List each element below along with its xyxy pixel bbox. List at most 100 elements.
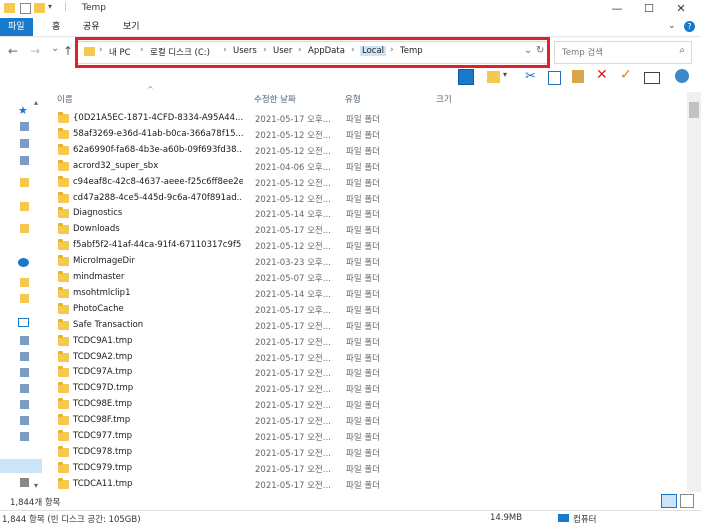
list-item[interactable]: TCDC9A1.tmp 2021-05-17 오전... 파일 폴더 bbox=[42, 334, 687, 350]
list-item[interactable]: 62a6990f-fa68-4b3e-a60b-09f693fd38... 202… bbox=[42, 143, 687, 159]
list-item[interactable]: TCDC97D.tmp 2021-05-17 오전... 파일 폴더 bbox=[42, 381, 687, 397]
videos-icon[interactable] bbox=[20, 368, 29, 377]
properties-icon[interactable] bbox=[20, 3, 31, 14]
expand-ribbon-icon[interactable]: ⌄ bbox=[668, 21, 676, 31]
tab-home[interactable]: 홈 bbox=[44, 18, 68, 36]
minimize-button[interactable]: — bbox=[602, 0, 632, 18]
paste-icon[interactable] bbox=[572, 70, 584, 83]
column-headers: 이름 ^ 수정한 날짜 유형 크기 bbox=[42, 85, 687, 106]
forward-button[interactable]: → bbox=[30, 44, 40, 58]
new-folder-icon[interactable] bbox=[487, 71, 500, 83]
documents-icon[interactable] bbox=[20, 156, 29, 165]
list-item[interactable]: TCDC98F.tmp 2021-05-17 오전... 파일 폴더 bbox=[42, 413, 687, 429]
file-type: 파일 폴더 bbox=[346, 337, 380, 348]
new-folder-icon[interactable] bbox=[34, 3, 45, 13]
scrollbar-thumb[interactable] bbox=[689, 102, 699, 118]
file-date: 2021-05-17 오전... bbox=[255, 226, 331, 237]
file-date: 2021-04-06 오후... bbox=[255, 162, 331, 173]
list-item[interactable]: Diagnostics 2021-05-14 오후... 파일 폴더 bbox=[42, 206, 687, 222]
file-name: TCDC97D.tmp bbox=[73, 383, 134, 394]
list-item[interactable]: {0D21A5EC-1871-4CFD-8334-A95A44... 2021-0… bbox=[42, 111, 687, 127]
list-item[interactable]: TCDC977.tmp 2021-05-17 오전... 파일 폴더 bbox=[42, 429, 687, 445]
file-type: 파일 폴더 bbox=[346, 210, 380, 221]
3d-objects-icon[interactable] bbox=[20, 336, 29, 345]
list-item[interactable]: TCDC979.tmp 2021-05-17 오전... 파일 폴더 bbox=[42, 461, 687, 477]
list-item[interactable]: TCDC978.tmp 2021-05-17 오전... 파일 폴더 bbox=[42, 445, 687, 461]
recent-locations-button[interactable]: ⌄ bbox=[51, 42, 59, 56]
column-type[interactable]: 유형 bbox=[345, 93, 361, 105]
preview-pane-icon[interactable] bbox=[458, 69, 474, 85]
help-icon[interactable]: ? bbox=[684, 21, 695, 32]
search-box[interactable]: Temp 검색 ⌕ bbox=[554, 41, 692, 64]
list-item[interactable]: TCDC9A2.tmp 2021-05-17 오전... 파일 폴더 bbox=[42, 350, 687, 366]
computer-icon bbox=[558, 514, 569, 522]
list-item[interactable]: TCDC97A.tmp 2021-05-17 오전... 파일 폴더 bbox=[42, 365, 687, 381]
folder-icon[interactable] bbox=[20, 202, 29, 211]
list-item[interactable]: cd47a288-4ce5-445d-9c6a-470f891ad... 2021… bbox=[42, 191, 687, 207]
properties-icon[interactable] bbox=[644, 72, 660, 84]
customize-quick-access-icon[interactable]: ▾ bbox=[48, 2, 59, 12]
folder-icon bbox=[58, 350, 69, 362]
location-label: 컴퓨터 bbox=[573, 515, 597, 525]
globe-icon[interactable] bbox=[675, 69, 689, 83]
desktop-icon[interactable] bbox=[20, 122, 29, 131]
back-button[interactable]: ← bbox=[8, 44, 18, 58]
tab-view[interactable]: 보기 bbox=[115, 18, 148, 36]
search-input[interactable]: Temp 검색 bbox=[562, 46, 603, 58]
list-item[interactable]: c94eaf8c-42c8-4637-aeee-f25c6ff8ee2e 2021… bbox=[42, 175, 687, 191]
maximize-button[interactable]: ☐ bbox=[634, 0, 664, 18]
list-item[interactable]: PhotoCache 2021-05-17 오후... 파일 폴더 bbox=[42, 302, 687, 318]
list-item[interactable]: Downloads 2021-05-17 오전... 파일 폴더 bbox=[42, 222, 687, 238]
list-item[interactable]: mindmaster 2021-05-07 오후... 파일 폴더 bbox=[42, 270, 687, 286]
column-name[interactable]: 이름 bbox=[57, 93, 73, 105]
file-type: 파일 폴더 bbox=[346, 321, 380, 332]
close-button[interactable]: ✕ bbox=[666, 0, 696, 18]
music-icon[interactable] bbox=[20, 432, 29, 441]
cut-icon[interactable]: ✂ bbox=[525, 69, 541, 85]
list-item[interactable]: Safe Transaction 2021-05-17 오전... 파일 폴더 bbox=[42, 318, 687, 334]
up-button[interactable]: ↑ bbox=[63, 44, 73, 58]
list-item[interactable]: TCDCA11.tmp 2021-05-17 오전... 파일 폴더 bbox=[42, 477, 687, 493]
file-date: 2021-05-12 오전... bbox=[255, 130, 331, 141]
scroll-up-arrow-icon[interactable]: ▴ bbox=[34, 98, 38, 107]
this-pc-icon[interactable] bbox=[18, 318, 29, 327]
selected-drive-item[interactable] bbox=[0, 459, 42, 473]
vertical-scrollbar[interactable] bbox=[687, 92, 701, 492]
folder-icon[interactable] bbox=[20, 278, 29, 287]
drive-icon[interactable] bbox=[20, 478, 29, 487]
list-item[interactable]: MicroImageDir 2021-03-23 오후... 파일 폴더 bbox=[42, 254, 687, 270]
tab-file[interactable]: 파일 bbox=[0, 18, 33, 36]
file-type: 파일 폴더 bbox=[346, 178, 380, 189]
details-view-icon[interactable] bbox=[661, 494, 677, 508]
copy-icon[interactable] bbox=[548, 71, 561, 85]
folder-icon[interactable] bbox=[20, 224, 29, 233]
pictures-icon[interactable] bbox=[20, 416, 29, 425]
list-item[interactable]: TCDC98E.tmp 2021-05-17 오전... 파일 폴더 bbox=[42, 397, 687, 413]
list-item[interactable]: acrord32_super_sbx 2021-04-06 오후... 파일 폴더 bbox=[42, 159, 687, 175]
rename-icon[interactable]: ✓ bbox=[620, 67, 636, 83]
folder-icon[interactable] bbox=[20, 294, 29, 303]
folder-icon bbox=[58, 302, 69, 314]
downloads-icon[interactable] bbox=[20, 139, 29, 148]
chevron-down-icon[interactable]: ▾ bbox=[503, 70, 519, 86]
folder-icon bbox=[58, 286, 69, 298]
scroll-down-arrow-icon[interactable]: ▾ bbox=[34, 481, 38, 490]
desktop-icon[interactable] bbox=[20, 400, 29, 409]
delete-icon[interactable]: ✕ bbox=[596, 67, 612, 83]
list-item[interactable]: f5abf5f2-41af-44ca-91f4-67110317c9f5 2021… bbox=[42, 238, 687, 254]
quick-access-star-icon[interactable]: ★ bbox=[18, 104, 28, 117]
list-item[interactable]: 58af3269-e36d-41ab-b0ca-366a78f15... 2021… bbox=[42, 127, 687, 143]
file-name: TCDC978.tmp bbox=[73, 446, 133, 457]
documents-icon[interactable] bbox=[20, 384, 29, 393]
list-item[interactable]: msohtmlclip1 2021-05-14 오후... 파일 폴더 bbox=[42, 286, 687, 302]
tab-share[interactable]: 공유 bbox=[75, 18, 108, 36]
file-name: msohtmlclip1 bbox=[73, 287, 131, 298]
file-date: 2021-05-12 오전... bbox=[255, 242, 331, 253]
column-size[interactable]: 크기 bbox=[436, 93, 452, 105]
file-name: Downloads bbox=[73, 224, 120, 235]
large-icons-view-icon[interactable] bbox=[680, 494, 694, 508]
onedrive-icon[interactable] bbox=[18, 258, 29, 267]
downloads-icon[interactable] bbox=[20, 352, 29, 361]
column-date-modified[interactable]: 수정한 날짜 bbox=[254, 93, 296, 105]
folder-icon[interactable] bbox=[20, 178, 29, 187]
